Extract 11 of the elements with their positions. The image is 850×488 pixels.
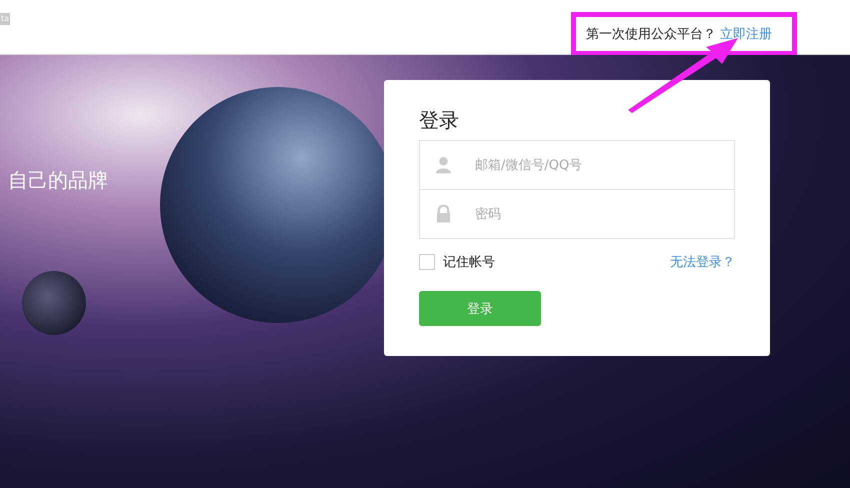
signup-link[interactable]: 立即注册 xyxy=(720,25,772,43)
user-icon xyxy=(436,156,451,174)
planet-drawing xyxy=(22,271,86,335)
remember-label: 记住帐号 xyxy=(443,254,495,271)
login-title: 登录 xyxy=(419,108,460,132)
login-button[interactable]: 登录 xyxy=(419,291,541,326)
slogan-text: 自己的品牌 xyxy=(8,167,108,194)
signup-prompt: 第一次使用公众平台？ xyxy=(586,26,716,43)
remember-checkbox[interactable] xyxy=(419,254,435,270)
lock-icon xyxy=(436,205,451,223)
forgot-link[interactable]: 无法登录？ xyxy=(670,253,735,271)
